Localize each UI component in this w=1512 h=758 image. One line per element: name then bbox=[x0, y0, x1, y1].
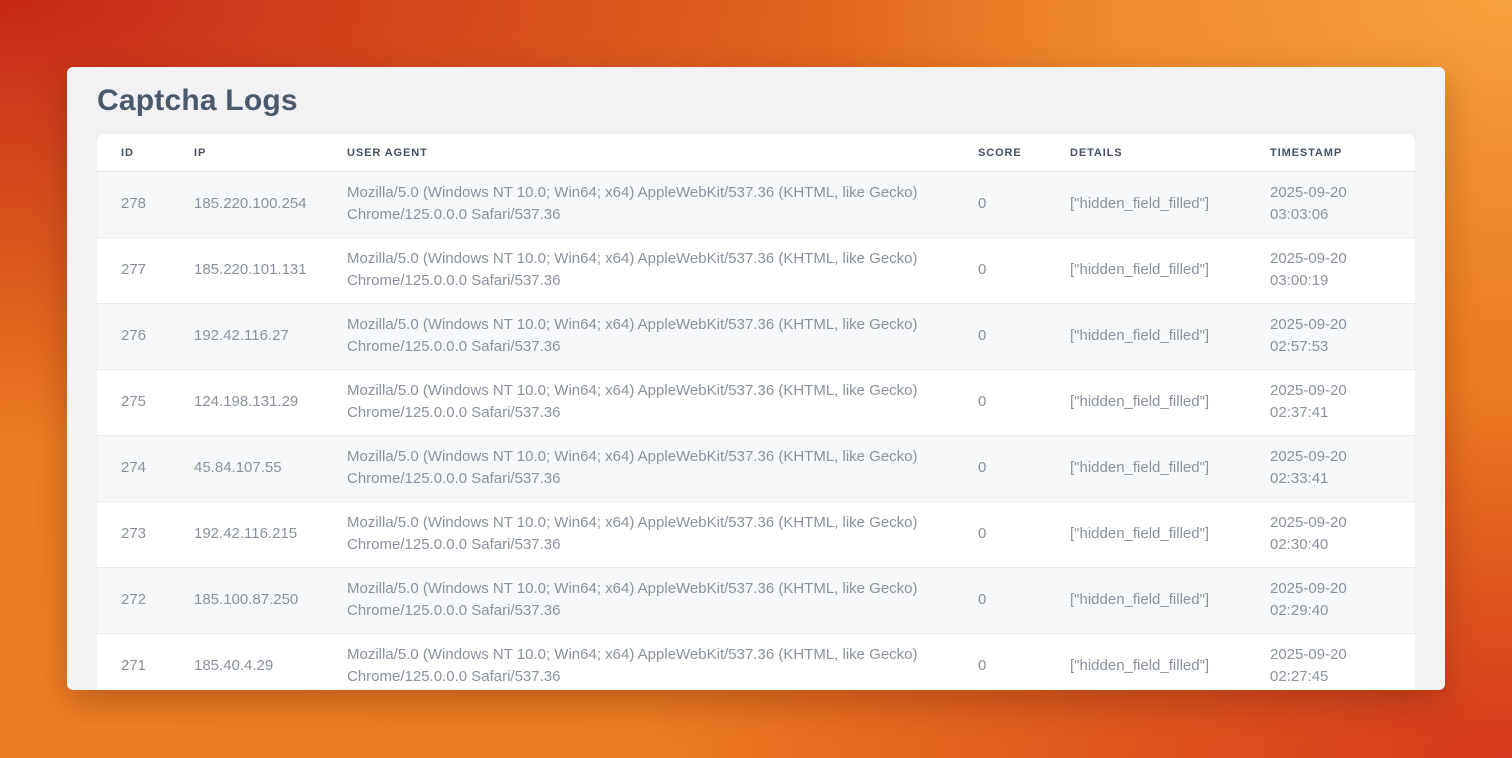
cell-details: ["hidden_field_filled"] bbox=[1070, 370, 1270, 436]
cell-timestamp: 2025-09-20 03:00:19 bbox=[1270, 238, 1415, 304]
cell-details: ["hidden_field_filled"] bbox=[1070, 568, 1270, 634]
captcha-logs-table: ID IP USER AGENT SCORE DETAILS TIMESTAMP… bbox=[97, 134, 1415, 690]
cell-ip: 185.100.87.250 bbox=[194, 568, 347, 634]
column-header-user-agent: USER AGENT bbox=[347, 134, 978, 172]
cell-details: ["hidden_field_filled"] bbox=[1070, 502, 1270, 568]
table-body: 278 185.220.100.254 Mozilla/5.0 (Windows… bbox=[97, 172, 1415, 691]
cell-timestamp: 2025-09-20 02:27:45 bbox=[1270, 634, 1415, 691]
cell-details: ["hidden_field_filled"] bbox=[1070, 238, 1270, 304]
cell-id: 275 bbox=[97, 370, 194, 436]
cell-id: 272 bbox=[97, 568, 194, 634]
cell-details: ["hidden_field_filled"] bbox=[1070, 436, 1270, 502]
cell-score: 0 bbox=[978, 436, 1070, 502]
cell-id: 278 bbox=[97, 172, 194, 238]
cell-id: 274 bbox=[97, 436, 194, 502]
cell-ip: 192.42.116.215 bbox=[194, 502, 347, 568]
column-header-timestamp: TIMESTAMP bbox=[1270, 134, 1415, 172]
cell-details: ["hidden_field_filled"] bbox=[1070, 172, 1270, 238]
cell-ip: 185.40.4.29 bbox=[194, 634, 347, 691]
cell-ip: 124.198.131.29 bbox=[194, 370, 347, 436]
page-background: { "page": { "title": "Captcha Logs" }, "… bbox=[0, 0, 1512, 758]
cell-id: 277 bbox=[97, 238, 194, 304]
table-row: 274 45.84.107.55 Mozilla/5.0 (Windows NT… bbox=[97, 436, 1415, 502]
cell-user-agent: Mozilla/5.0 (Windows NT 10.0; Win64; x64… bbox=[347, 304, 978, 370]
cell-timestamp: 2025-09-20 02:33:41 bbox=[1270, 436, 1415, 502]
cell-id: 276 bbox=[97, 304, 194, 370]
cell-user-agent: Mozilla/5.0 (Windows NT 10.0; Win64; x64… bbox=[347, 172, 978, 238]
cell-score: 0 bbox=[978, 502, 1070, 568]
cell-timestamp: 2025-09-20 02:30:40 bbox=[1270, 502, 1415, 568]
cell-timestamp: 2025-09-20 02:37:41 bbox=[1270, 370, 1415, 436]
cell-user-agent: Mozilla/5.0 (Windows NT 10.0; Win64; x64… bbox=[347, 436, 978, 502]
column-header-score: SCORE bbox=[978, 134, 1070, 172]
cell-score: 0 bbox=[978, 370, 1070, 436]
cell-user-agent: Mozilla/5.0 (Windows NT 10.0; Win64; x64… bbox=[347, 634, 978, 691]
cell-ip: 185.220.101.131 bbox=[194, 238, 347, 304]
cell-id: 273 bbox=[97, 502, 194, 568]
column-header-details: DETAILS bbox=[1070, 134, 1270, 172]
cell-details: ["hidden_field_filled"] bbox=[1070, 304, 1270, 370]
cell-user-agent: Mozilla/5.0 (Windows NT 10.0; Win64; x64… bbox=[347, 502, 978, 568]
captcha-logs-panel: Captcha Logs ID IP USER AGENT SCORE DETA… bbox=[67, 67, 1445, 690]
table-row: 272 185.100.87.250 Mozilla/5.0 (Windows … bbox=[97, 568, 1415, 634]
cell-timestamp: 2025-09-20 02:57:53 bbox=[1270, 304, 1415, 370]
column-header-id: ID bbox=[97, 134, 194, 172]
cell-details: ["hidden_field_filled"] bbox=[1070, 634, 1270, 691]
cell-score: 0 bbox=[978, 238, 1070, 304]
table-row: 275 124.198.131.29 Mozilla/5.0 (Windows … bbox=[97, 370, 1415, 436]
cell-score: 0 bbox=[978, 568, 1070, 634]
table-row: 278 185.220.100.254 Mozilla/5.0 (Windows… bbox=[97, 172, 1415, 238]
table-row: 276 192.42.116.27 Mozilla/5.0 (Windows N… bbox=[97, 304, 1415, 370]
table-header: ID IP USER AGENT SCORE DETAILS TIMESTAMP bbox=[97, 134, 1415, 172]
cell-user-agent: Mozilla/5.0 (Windows NT 10.0; Win64; x64… bbox=[347, 238, 978, 304]
cell-timestamp: 2025-09-20 03:03:06 bbox=[1270, 172, 1415, 238]
column-header-ip: IP bbox=[194, 134, 347, 172]
cell-id: 271 bbox=[97, 634, 194, 691]
cell-score: 0 bbox=[978, 304, 1070, 370]
cell-timestamp: 2025-09-20 02:29:40 bbox=[1270, 568, 1415, 634]
cell-score: 0 bbox=[978, 634, 1070, 691]
cell-ip: 192.42.116.27 bbox=[194, 304, 347, 370]
cell-user-agent: Mozilla/5.0 (Windows NT 10.0; Win64; x64… bbox=[347, 370, 978, 436]
cell-score: 0 bbox=[978, 172, 1070, 238]
cell-user-agent: Mozilla/5.0 (Windows NT 10.0; Win64; x64… bbox=[347, 568, 978, 634]
page-title: Captcha Logs bbox=[97, 67, 1415, 134]
table-row: 277 185.220.101.131 Mozilla/5.0 (Windows… bbox=[97, 238, 1415, 304]
table-row: 273 192.42.116.215 Mozilla/5.0 (Windows … bbox=[97, 502, 1415, 568]
cell-ip: 45.84.107.55 bbox=[194, 436, 347, 502]
table-row: 271 185.40.4.29 Mozilla/5.0 (Windows NT … bbox=[97, 634, 1415, 691]
cell-ip: 185.220.100.254 bbox=[194, 172, 347, 238]
logs-table-container: ID IP USER AGENT SCORE DETAILS TIMESTAMP… bbox=[97, 134, 1415, 690]
